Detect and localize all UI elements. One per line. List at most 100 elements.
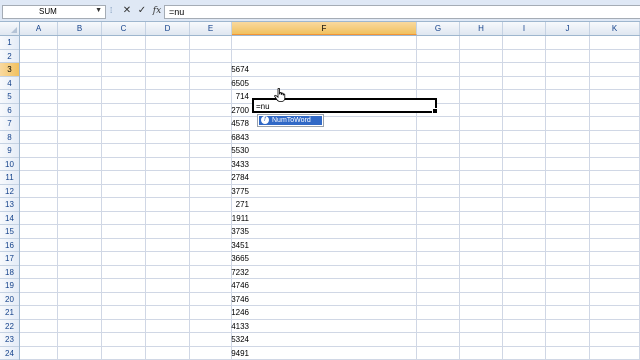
column-header-k[interactable]: K: [590, 22, 640, 35]
row-header-15[interactable]: 15: [0, 225, 19, 239]
row-header-18[interactable]: 18: [0, 266, 19, 279]
row-header-24[interactable]: 24: [0, 347, 19, 360]
gridline-horizontal: [20, 278, 640, 279]
row-header-17[interactable]: 17: [0, 252, 19, 266]
cell-e21[interactable]: 1246: [210, 306, 252, 320]
row-header-3[interactable]: 3: [0, 63, 19, 77]
gridline-horizontal: [20, 89, 640, 90]
gridline-horizontal: [20, 143, 640, 144]
column-header-h[interactable]: H: [460, 22, 503, 35]
cell-e15[interactable]: 3735: [210, 225, 252, 239]
name-box[interactable]: SUM ▼: [2, 5, 106, 19]
cell-e18[interactable]: 7232: [210, 266, 252, 280]
column-header-c[interactable]: C: [102, 22, 146, 35]
row-header-19[interactable]: 19: [0, 279, 19, 293]
name-box-dropdown-icon[interactable]: ▼: [95, 7, 102, 14]
cell-e23[interactable]: 5324: [210, 333, 252, 347]
column-header-row: ABCDEFGHIJK: [0, 22, 640, 36]
select-all-icon: [11, 27, 17, 33]
row-header-23[interactable]: 23: [0, 333, 19, 347]
row-header-7[interactable]: 7: [0, 117, 19, 131]
cell-e19[interactable]: 4746: [210, 279, 252, 293]
gridline-vertical: [502, 36, 503, 360]
gridline-horizontal: [20, 224, 640, 225]
gridline-horizontal: [20, 264, 640, 266]
gridline-vertical: [57, 36, 58, 360]
cell-e12[interactable]: 3775: [210, 185, 252, 199]
cell-e3[interactable]: 5674: [210, 63, 252, 77]
row-header-13[interactable]: 13: [0, 198, 19, 212]
cell-e24[interactable]: 9491: [210, 347, 252, 360]
gridline-horizontal: [20, 291, 640, 293]
column-header-b[interactable]: B: [58, 22, 102, 35]
row-header-2[interactable]: 2: [0, 50, 19, 63]
select-all-button[interactable]: [0, 22, 20, 35]
gridline-horizontal: [20, 345, 640, 347]
cell-e17[interactable]: 3665: [210, 252, 252, 266]
autocomplete-dropdown: f NumToWord: [257, 114, 324, 127]
column-header-i[interactable]: I: [503, 22, 546, 35]
autocomplete-item-label: NumToWord: [272, 117, 311, 124]
insert-function-icon[interactable]: fx: [151, 5, 163, 17]
row-header-5[interactable]: 5: [0, 90, 19, 104]
name-box-value: SUM: [39, 7, 57, 16]
cell-e22[interactable]: 4133: [210, 320, 252, 334]
gridline-horizontal: [20, 170, 640, 171]
cancel-icon[interactable]: ✕: [121, 5, 133, 17]
row-header-4[interactable]: 4: [0, 77, 19, 90]
gridline-horizontal: [20, 251, 640, 252]
row-header-20[interactable]: 20: [0, 293, 19, 306]
cell-e5[interactable]: 714: [210, 90, 252, 104]
cell-e9[interactable]: 5530: [210, 144, 252, 158]
gridline-vertical: [189, 36, 190, 360]
row-header-11[interactable]: 11: [0, 171, 19, 185]
gridline-vertical: [145, 36, 146, 360]
cell-e13[interactable]: 271: [210, 198, 252, 212]
gridline-horizontal: [20, 116, 640, 117]
cell-e8[interactable]: 6843: [210, 131, 252, 145]
cell-e11[interactable]: 2784: [210, 171, 252, 185]
gridline-horizontal: [20, 129, 640, 131]
column-header-f[interactable]: F: [232, 22, 417, 35]
column-header-a[interactable]: A: [20, 22, 58, 35]
formula-text: =nu: [169, 7, 185, 17]
cell-e7[interactable]: 4578: [210, 117, 252, 131]
cell-e16[interactable]: 3451: [210, 239, 252, 253]
gridline-horizontal: [20, 48, 640, 50]
column-header-e[interactable]: E: [190, 22, 232, 35]
row-header-column: 1 2 3 4 5 6 7 8 9 10 11 12 13 14 15 16 17 18 19 20 21 22 23 24: [0, 36, 20, 360]
column-header-j[interactable]: J: [546, 22, 590, 35]
gridline-vertical: [416, 36, 417, 360]
cell-e10[interactable]: 3433: [210, 158, 252, 172]
fill-handle[interactable]: [432, 108, 438, 114]
cell-e4[interactable]: 6505: [210, 77, 252, 91]
row-header-12[interactable]: 12: [0, 185, 19, 198]
row-header-1[interactable]: 1: [0, 36, 19, 50]
row-header-8[interactable]: 8: [0, 131, 19, 144]
gridline-horizontal: [20, 332, 640, 333]
formula-input[interactable]: =nu: [164, 5, 640, 19]
cell-e14[interactable]: 1911: [210, 212, 252, 226]
column-header-g[interactable]: G: [417, 22, 460, 35]
row-header-14[interactable]: 14: [0, 212, 19, 225]
column-header-d[interactable]: D: [146, 22, 190, 35]
gridline-horizontal: [20, 318, 640, 320]
gridline-vertical: [589, 36, 590, 360]
function-icon: f: [261, 116, 269, 124]
row-header-6[interactable]: 6: [0, 104, 19, 117]
mouse-pointer-icon: [274, 88, 286, 102]
gridline-horizontal: [20, 156, 640, 158]
gridline-horizontal: [20, 305, 640, 306]
row-header-10[interactable]: 10: [0, 158, 19, 171]
enter-icon[interactable]: ✓: [136, 5, 148, 17]
resize-grip-icon[interactable]: ⁞: [110, 6, 112, 15]
cell-e20[interactable]: 3746: [210, 293, 252, 307]
row-header-16[interactable]: 16: [0, 239, 19, 252]
autocomplete-item[interactable]: f NumToWord: [259, 116, 322, 125]
cell-grid[interactable]: 5674 6505 714 2700 4578 6843 5530 3433 2784 3775 2…: [20, 36, 640, 360]
cell-e6[interactable]: 2700: [210, 104, 252, 118]
row-header-22[interactable]: 22: [0, 320, 19, 333]
row-header-9[interactable]: 9: [0, 144, 19, 158]
gridline-horizontal: [20, 197, 640, 198]
row-header-21[interactable]: 21: [0, 306, 19, 320]
